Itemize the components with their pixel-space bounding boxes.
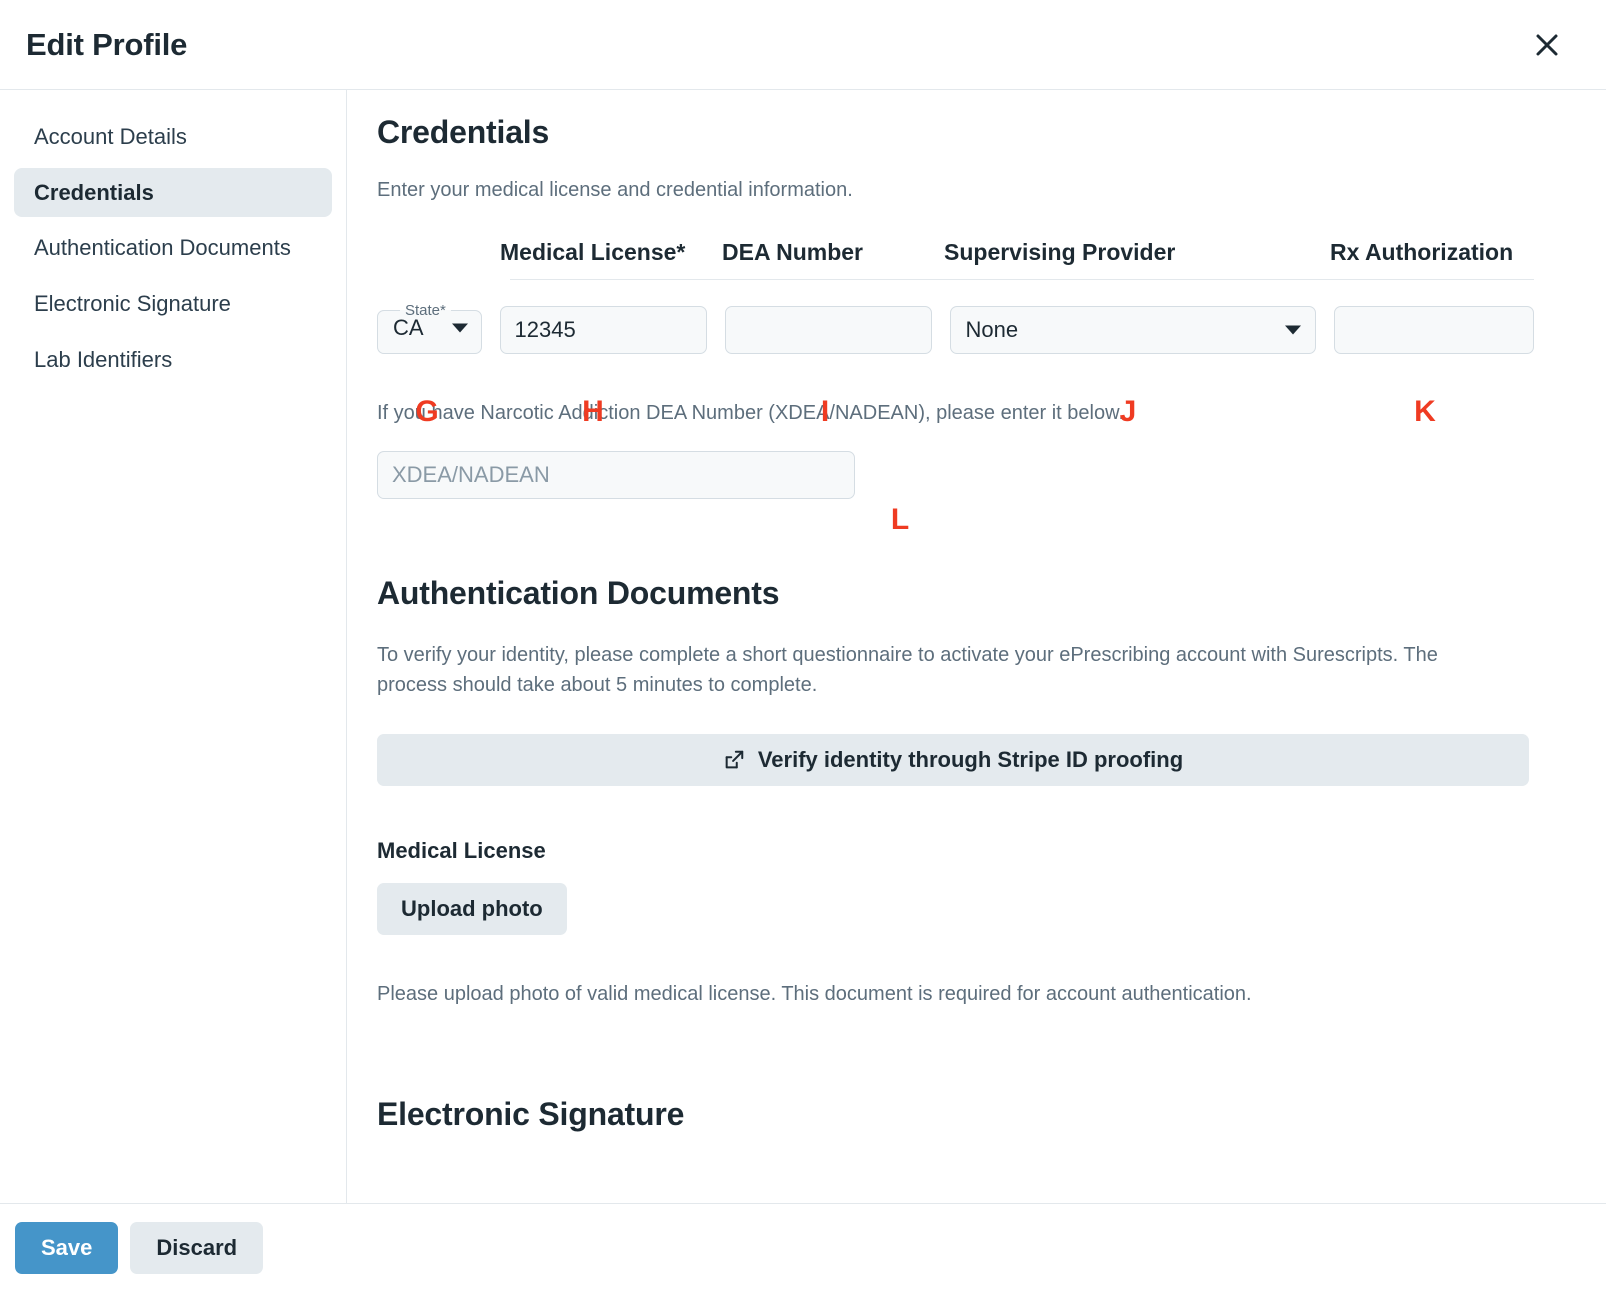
sidebar: Account Details Credentials Authenticati… bbox=[0, 90, 347, 1203]
sidebar-item-label: Electronic Signature bbox=[34, 291, 231, 317]
credentials-column-headers: Medical License* DEA Number Supervising … bbox=[377, 239, 1534, 266]
column-header-supervising-provider: Supervising Provider bbox=[944, 239, 1176, 265]
sidebar-item-authentication-documents[interactable]: Authentication Documents bbox=[14, 223, 332, 273]
dea-number-input[interactable] bbox=[724, 306, 932, 354]
authentication-documents-heading: Authentication Documents bbox=[377, 575, 780, 611]
sidebar-item-lab-identifiers[interactable]: Lab Identifiers bbox=[14, 335, 332, 385]
electronic-signature-heading: Electronic Signature bbox=[377, 1095, 685, 1132]
rx-authorization-input[interactable] bbox=[1334, 306, 1534, 354]
column-header-rx-authorization: Rx Authorization bbox=[1330, 239, 1514, 265]
credentials-divider bbox=[510, 279, 1534, 280]
edit-profile-modal: Edit Profile Account Details Credentials… bbox=[0, 0, 1606, 1292]
narcotic-dea-note: If you have Narcotic Addiction DEA Numbe… bbox=[377, 402, 1125, 424]
supervising-provider-select[interactable]: None bbox=[949, 306, 1316, 354]
sidebar-item-account-details[interactable]: Account Details bbox=[14, 112, 332, 162]
close-icon[interactable] bbox=[1530, 28, 1564, 62]
verify-identity-button[interactable]: Verify identity through Stripe ID proofi… bbox=[377, 733, 1529, 786]
credentials-description: Enter your medical license and credentia… bbox=[377, 179, 853, 201]
upload-photo-button[interactable]: Upload photo bbox=[377, 882, 567, 935]
external-link-icon bbox=[723, 749, 745, 771]
modal-header: Edit Profile bbox=[0, 0, 1606, 90]
xdea-nadean-input[interactable] bbox=[377, 451, 855, 499]
sidebar-item-electronic-signature[interactable]: Electronic Signature bbox=[14, 279, 332, 329]
authentication-documents-description: To verify your identity, please complete… bbox=[377, 644, 1438, 697]
supervising-provider-value: None bbox=[965, 317, 1019, 342]
verify-identity-button-label: Verify identity through Stripe ID proofi… bbox=[757, 746, 1184, 772]
column-header-dea-number: DEA Number bbox=[722, 239, 863, 265]
modal-body: Account Details Credentials Authenticati… bbox=[0, 90, 1606, 1203]
credentials-input-row: State* CA None bbox=[377, 302, 1534, 354]
discard-button[interactable]: Discard bbox=[130, 1222, 264, 1274]
column-header-medical-license: Medical License* bbox=[500, 239, 686, 265]
state-select-value: CA bbox=[393, 315, 424, 340]
chevron-down-icon bbox=[1285, 325, 1301, 335]
sidebar-item-label: Authentication Documents bbox=[34, 235, 291, 261]
sidebar-item-label: Lab Identifiers bbox=[34, 346, 173, 372]
upload-note: Please upload photo of valid medical lic… bbox=[377, 982, 1252, 1005]
xdea-row bbox=[377, 451, 1534, 499]
save-button[interactable]: Save bbox=[15, 1222, 119, 1274]
credentials-form: Medical License* DEA Number Supervising … bbox=[377, 239, 1534, 354]
medical-license-input[interactable] bbox=[499, 306, 707, 354]
modal-footer: Save Discard bbox=[0, 1203, 1606, 1292]
chevron-down-icon bbox=[451, 323, 468, 333]
page-title: Edit Profile bbox=[26, 26, 188, 62]
sidebar-item-label: Credentials bbox=[34, 179, 154, 205]
credentials-heading: Credentials bbox=[377, 114, 550, 150]
sidebar-item-label: Account Details bbox=[34, 124, 187, 149]
content-panel: Credentials Enter your medical license a… bbox=[347, 90, 1606, 1203]
medical-license-upload-label: Medical License bbox=[377, 837, 546, 863]
sidebar-item-credentials[interactable]: Credentials bbox=[14, 167, 332, 218]
state-select[interactable]: State* CA bbox=[377, 302, 482, 354]
